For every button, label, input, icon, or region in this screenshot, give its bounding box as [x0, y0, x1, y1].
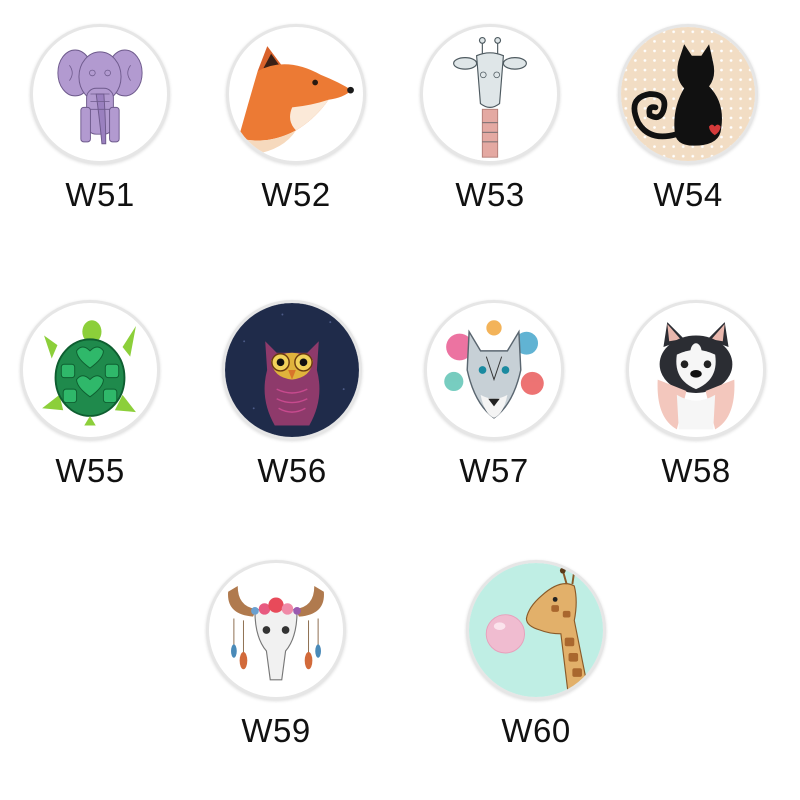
badge-code: W55 [55, 452, 125, 489]
black-cat-icon [618, 24, 758, 164]
badge-code: W56 [257, 452, 327, 489]
badge-code: W51 [65, 176, 135, 213]
bull-skull-dreamcatcher-icon [206, 560, 346, 700]
owl-icon [222, 300, 362, 440]
fox-icon [226, 24, 366, 164]
giraffe-bubblegum-icon [466, 560, 606, 700]
badge-code: W58 [661, 452, 731, 489]
turtle-icon [20, 300, 160, 440]
badge-code: W52 [261, 176, 331, 213]
badge-code: W60 [501, 712, 571, 749]
giraffe-icon [420, 24, 560, 164]
elephant-icon [30, 24, 170, 164]
badge-code: W54 [653, 176, 723, 213]
badge-code: W53 [455, 176, 525, 213]
wolf-icon [424, 300, 564, 440]
husky-icon [626, 300, 766, 440]
badge-code: W57 [459, 452, 529, 489]
badge-code: W59 [241, 712, 311, 749]
